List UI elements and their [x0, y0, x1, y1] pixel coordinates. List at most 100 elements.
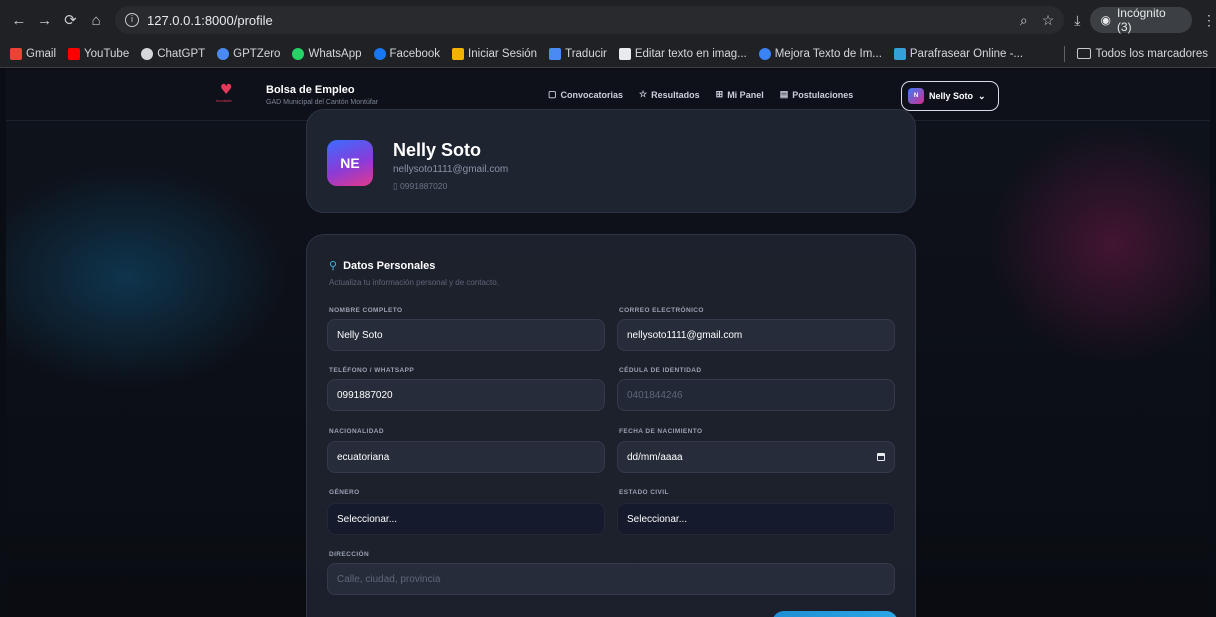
bookmark-label: Facebook: [389, 47, 441, 60]
all-bookmarks-button[interactable]: Todos los marcadores: [1076, 47, 1209, 60]
download-icon[interactable]: ⤓: [1074, 12, 1080, 29]
grid-icon: ⊞: [715, 89, 724, 99]
gender-select[interactable]: Seleccionar...: [327, 503, 605, 535]
login-icon: [452, 47, 465, 60]
bookmark-youtube[interactable]: YouTube: [68, 47, 130, 60]
bookmark-label: ChatGPT: [157, 47, 206, 60]
civil-status-select[interactable]: Seleccionar...: [617, 503, 895, 535]
document-icon: ▢: [548, 89, 557, 99]
phone-icon: ▯: [393, 181, 401, 191]
chatgpt-icon: [141, 47, 154, 60]
incognito-badge[interactable]: ◉ Incógnito (3): [1090, 6, 1192, 34]
browser-menu-icon[interactable]: ⋮: [1202, 12, 1216, 29]
forward-icon[interactable]: →: [34, 9, 56, 31]
bookmark-mejora-texto[interactable]: Mejora Texto de Im...: [758, 47, 882, 60]
edit-text-icon: [618, 47, 631, 60]
folder-icon: [1076, 48, 1091, 59]
nav-postulaciones[interactable]: ▤ Postulaciones: [780, 89, 854, 100]
email-label: CORREO ELECTRÓNICO: [619, 307, 704, 314]
brand-subtitle: GAD Municipal del Cantón Montúfar: [266, 99, 379, 106]
file-icon: ▤: [779, 89, 789, 99]
chevron-down-icon: ⌄: [978, 90, 986, 101]
profile-phone-value: 0991887020: [400, 181, 448, 191]
calendar-icon[interactable]: [877, 453, 885, 461]
bookmark-whatsapp[interactable]: WhatsApp: [292, 47, 362, 60]
bookmark-label: WhatsApp: [308, 47, 362, 60]
bookmark-label: Gmail: [26, 47, 57, 60]
reload-icon[interactable]: ⟳: [60, 9, 82, 31]
home-icon[interactable]: ⌂: [85, 9, 107, 31]
gptzero-icon: [217, 47, 230, 60]
bookmark-label: Editar texto en imag...: [634, 47, 747, 60]
logo-text: montufar: [216, 98, 232, 103]
bookmark-label: GPTZero: [233, 47, 281, 60]
bookmark-label: Mejora Texto de Im...: [774, 47, 882, 60]
address-input[interactable]: Calle, ciudad, provincia: [327, 563, 895, 595]
bookmark-label: Iniciar Sesión: [468, 47, 538, 60]
profile-avatar: NE: [327, 140, 373, 186]
bookmark-star-icon[interactable]: ☆: [1042, 12, 1055, 29]
bookmark-chatgpt[interactable]: ChatGPT: [141, 47, 206, 60]
montufar-logo[interactable]: ♥ montufar: [216, 82, 238, 104]
bookmark-gmail[interactable]: Gmail: [10, 47, 57, 60]
all-bookmarks-label: Todos los marcadores: [1095, 47, 1209, 60]
incognito-icon: ◉: [1100, 13, 1111, 27]
site-info-icon[interactable]: i: [125, 13, 139, 27]
section-title: ⚲ Datos Personales: [329, 259, 435, 272]
nav-label: Mi Panel: [727, 89, 764, 100]
brand-title: Bolsa de Empleo: [266, 84, 355, 96]
full-name-label: NOMBRE COMPLETO: [329, 307, 403, 314]
bookmark-gptzero[interactable]: GPTZero: [217, 47, 281, 60]
bookmark-traducir[interactable]: Traducir: [549, 47, 607, 60]
bookmark-parafrasear[interactable]: Parafrasear Online -...: [893, 47, 1024, 60]
nav-label: Postulaciones: [792, 89, 854, 100]
bookmark-label: Traducir: [565, 47, 607, 60]
incognito-label: Incógnito (3): [1116, 6, 1166, 34]
back-icon[interactable]: ←: [8, 9, 30, 31]
nationality-label: NACIONALIDAD: [329, 428, 384, 435]
save-button[interactable]: [772, 611, 898, 617]
birthdate-label: FECHA DE NACIMIENTO: [619, 428, 703, 435]
zoom-icon[interactable]: ⌕: [1020, 12, 1028, 29]
section-subtitle: Actualiza tu información personal y de c…: [329, 278, 499, 287]
page-viewport: ♥ montufar Bolsa de Empleo GAD Municipal…: [6, 69, 1210, 617]
youtube-icon: [68, 47, 81, 60]
nav-resultados[interactable]: ☆ Resultados: [639, 89, 700, 100]
address-bar[interactable]: i 127.0.0.1:8000/profile ⌕ ☆: [115, 6, 1065, 34]
phone-label: TELÉFONO / WHATSAPP: [329, 367, 415, 374]
nationality-input[interactable]: ecuatoriana: [327, 441, 605, 473]
facebook-icon: [373, 47, 386, 60]
phone-input[interactable]: 0991887020: [327, 379, 605, 411]
full-name-input[interactable]: Nelly Soto: [327, 319, 605, 351]
url-text: 127.0.0.1:8000/profile: [147, 12, 273, 28]
nav-mi-panel[interactable]: ⊞ Mi Panel: [716, 89, 764, 100]
browser-toolbar: ← → ⟳ ⌂ i 127.0.0.1:8000/profile ⌕ ☆ ⤓ ◉…: [0, 0, 1216, 40]
user-menu-button[interactable]: N Nelly Soto ⌄: [901, 81, 999, 111]
profile-name: Nelly Soto: [393, 140, 482, 160]
gender-label: GÉNERO: [329, 489, 360, 496]
id-card-input: 0401844246: [617, 379, 895, 411]
personal-data-form: ⚲ Datos Personales Actualiza tu informac…: [306, 234, 916, 617]
improve-text-icon: [758, 47, 771, 60]
profile-phone: ▯ 0991887020: [393, 181, 447, 192]
gmail-icon: [10, 47, 22, 60]
user-name: Nelly Soto: [929, 91, 974, 101]
bookmark-label: YouTube: [84, 47, 130, 60]
person-icon: ⚲: [329, 259, 338, 272]
bookmark-editar-texto[interactable]: Editar texto en imag...: [618, 47, 747, 60]
bookmark-label: Parafrasear Online -...: [909, 47, 1024, 60]
paraphrase-icon: [893, 47, 906, 60]
bookmark-facebook[interactable]: Facebook: [373, 47, 441, 60]
nav-convocatorias[interactable]: ▢ Convocatorias: [548, 89, 623, 100]
section-title-text: Datos Personales: [343, 259, 436, 272]
top-navigation: ▢ Convocatorias ☆ Resultados ⊞ Mi Panel ▤ Po…: [548, 89, 853, 100]
nav-label: Convocatorias: [560, 89, 624, 100]
id-card-label: CÉDULA DE IDENTIDAD: [619, 367, 702, 374]
email-input[interactable]: nellysoto1111@gmail.com: [617, 319, 895, 351]
profile-summary-card: NE Nelly Soto nellysoto1111@gmail.com ▯ …: [306, 109, 916, 213]
bookmarks-bar: Gmail YouTube ChatGPT GPTZero WhatsApp F…: [0, 40, 1216, 68]
birthdate-input[interactable]: dd/mm/aaaa: [617, 441, 895, 473]
bookmark-iniciar-sesion[interactable]: Iniciar Sesión: [452, 47, 538, 60]
bookmarks-divider: [1063, 45, 1065, 62]
profile-email: nellysoto1111@gmail.com: [393, 164, 509, 175]
